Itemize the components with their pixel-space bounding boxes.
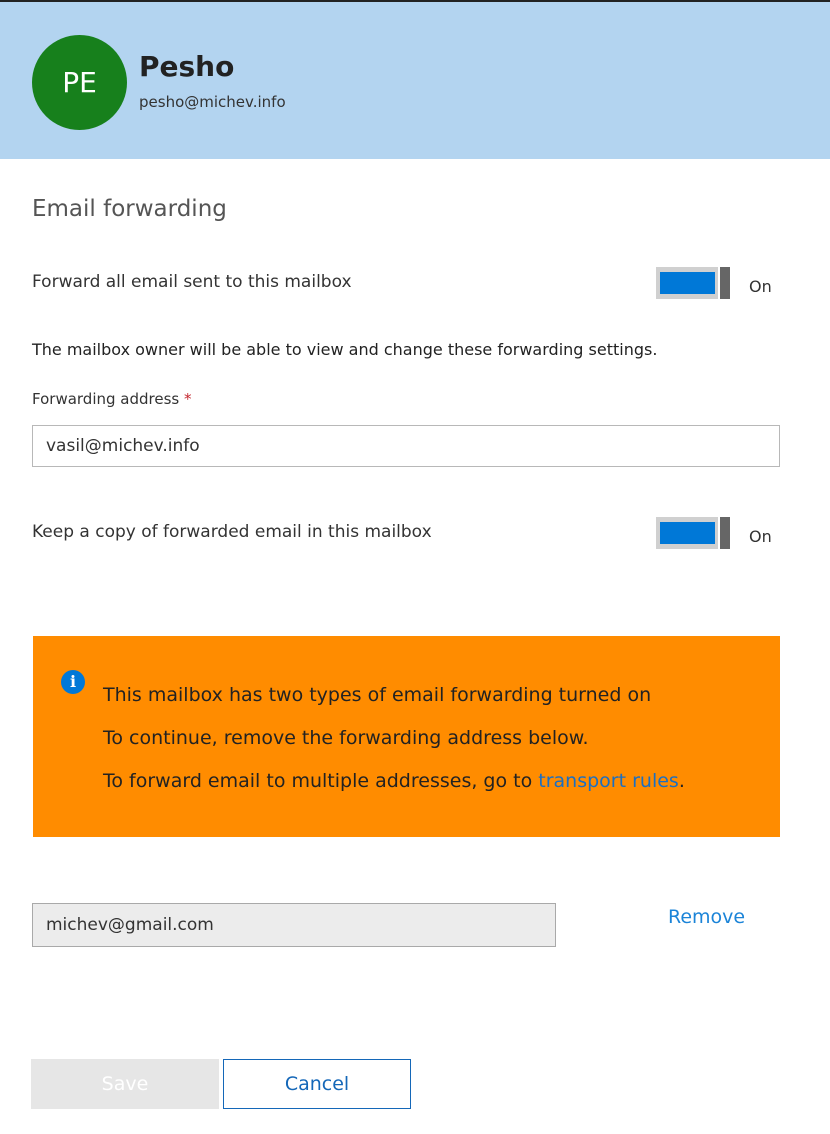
forward-all-state: On [749,277,772,296]
avatar: PE [32,35,127,130]
forwarding-address-label: Forwarding address * [32,390,192,408]
required-marker: * [184,390,192,408]
toggle-thumb[interactable] [720,517,730,549]
warning-banner: i This mailbox has two types of email fo… [33,636,780,837]
keep-copy-toggle[interactable] [656,517,736,549]
existing-forward-address: michev@gmail.com [32,903,556,947]
warning-line-3-period: . [678,770,685,792]
forward-all-toggle[interactable] [656,267,736,299]
forward-all-label: Forward all email sent to this mailbox [32,272,352,292]
toggle-fill [660,272,715,294]
forwarding-address-input[interactable]: vasil@michev.info [32,425,780,467]
warning-line-2: To continue, remove the forwarding addre… [103,727,589,749]
user-email: pesho@michev.info [139,93,286,111]
forwarding-address-label-text: Forwarding address [32,390,180,408]
remove-link[interactable]: Remove [668,906,745,928]
transport-rules-link[interactable]: transport rules [538,770,679,792]
toggle-thumb[interactable] [720,267,730,299]
user-name: Pesho [139,50,235,83]
owner-note: The mailbox owner will be able to view a… [32,340,658,359]
warning-line-1: This mailbox has two types of email forw… [103,684,652,706]
warning-line-3: To forward email to multiple addresses, … [103,770,685,792]
save-button[interactable]: Save [31,1059,219,1109]
user-header: PE Pesho pesho@michev.info [0,2,830,159]
keep-copy-label: Keep a copy of forwarded email in this m… [32,522,432,542]
cancel-button[interactable]: Cancel [223,1059,411,1109]
info-icon: i [61,670,85,694]
page-title: Email forwarding [32,196,227,222]
toggle-fill [660,522,715,544]
keep-copy-state: On [749,527,772,546]
warning-line-3-text: To forward email to multiple addresses, … [103,770,539,792]
